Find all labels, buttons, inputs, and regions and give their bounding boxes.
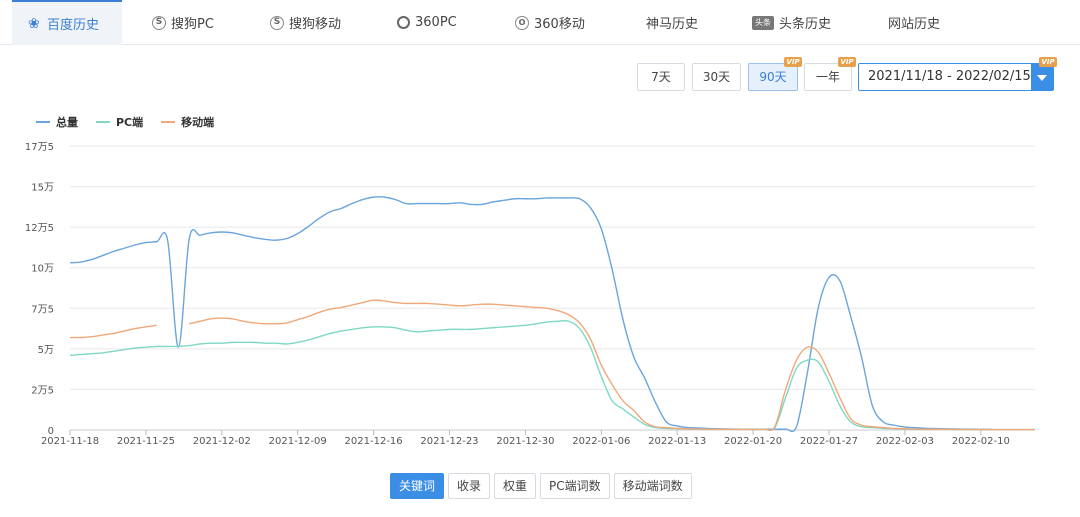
- button-label: 一年: [815, 70, 840, 84]
- vip-badge: VIP: [838, 57, 856, 67]
- series-line-mobile: [69, 324, 157, 339]
- tab-toutiao-history[interactable]: 头条 头条历史: [752, 0, 831, 45]
- metric-tab-keywords[interactable]: 关键词: [390, 473, 445, 499]
- legend-swatch: [161, 121, 176, 123]
- tab-site-history[interactable]: 网站历史: [888, 0, 940, 45]
- range-90-days-button[interactable]: 90天 VIP: [748, 57, 802, 91]
- tab-360-mobile[interactable]: O 360移动: [515, 0, 585, 45]
- legend-label: 总量: [56, 116, 78, 129]
- legend-swatch: [96, 121, 110, 123]
- x-tick-label: 2021-12-02: [193, 436, 251, 447]
- legend-swatch: [36, 121, 50, 123]
- x-tick-label: 2022-02-03: [876, 436, 934, 447]
- x-tick-label: 2021-11-18: [41, 436, 99, 447]
- tab-shenma-history[interactable]: 神马历史: [646, 0, 698, 45]
- 360-icon: [397, 16, 410, 29]
- tab-label: 搜狗PC: [171, 17, 214, 32]
- x-tick-label: 2021-11-25: [117, 436, 175, 447]
- button-label: 7天: [651, 70, 671, 84]
- button-label: 30天: [702, 70, 731, 84]
- metric-tab-mobile-words[interactable]: 移动端词数: [613, 473, 692, 499]
- range-1-year-button[interactable]: 一年 VIP: [804, 57, 856, 91]
- series-line-pc: [69, 319, 1035, 432]
- y-tick-label: 15万: [31, 183, 54, 194]
- tab-label: 神马历史: [646, 17, 699, 32]
- date-range-picker[interactable]: 2021/11/18 - 2022/02/15 VIP: [858, 57, 1057, 91]
- x-tick-label: 2022-01-13: [648, 436, 706, 447]
- y-tick-label: 17万5: [25, 142, 54, 153]
- vip-badge: VIP: [1039, 57, 1057, 67]
- y-tick-label: 2万5: [31, 385, 54, 396]
- metric-tab-indexed[interactable]: 收录: [448, 473, 491, 499]
- x-tick-label: 2021-12-16: [345, 436, 403, 447]
- sogou-icon: S: [152, 15, 166, 30]
- legend-item-total[interactable]: 总量: [36, 114, 78, 130]
- tab-label: 360PC: [415, 15, 457, 30]
- x-tick-label: 2021-12-09: [269, 436, 327, 447]
- y-tick-label: 7万5: [31, 304, 54, 315]
- tab-label: 百度历史: [47, 18, 100, 33]
- toutiao-icon: 头条: [752, 15, 774, 30]
- range-30-days-button[interactable]: 30天: [692, 63, 741, 91]
- 360-mobile-icon: O: [515, 15, 529, 30]
- chart-legend: 总量 PC端 移动端: [36, 114, 214, 130]
- history-line-chart: 02万55万7万510万12万515万17万52021-11-18 2021-11…: [25, 142, 1035, 447]
- y-tick-label: 5万: [38, 345, 54, 356]
- series-line-mobile: [189, 299, 1035, 432]
- metric-tab-pc-words[interactable]: PC端词数: [540, 473, 610, 499]
- x-tick-label: 2022-01-20: [724, 436, 782, 447]
- x-tick-label: 2022-01-27: [800, 436, 858, 447]
- tab-baidu-history[interactable]: ❀ 百度历史: [12, 0, 122, 45]
- metric-tab-weight[interactable]: 权重: [494, 473, 537, 499]
- history-tab-bar: ❀ 百度历史 S 搜狗PC S 搜狗移动 360PC O 360移动 神马历史 …: [0, 0, 1080, 45]
- series-line-total: [69, 196, 992, 433]
- metric-tab-group: 关键词 收录 权重 PC端词数 移动端词数: [390, 473, 692, 499]
- chevron-down-icon[interactable]: [1031, 64, 1053, 90]
- y-tick-label: 12万5: [25, 223, 54, 234]
- x-tick-label: 2022-01-06: [572, 436, 630, 447]
- tab-label: 搜狗移动: [289, 17, 342, 32]
- range-7-days-button[interactable]: 7天: [637, 63, 685, 91]
- paw-icon: ❀: [28, 15, 40, 32]
- tab-sogou-mobile[interactable]: S 搜狗移动: [270, 0, 341, 45]
- button-label: 90天: [759, 70, 787, 84]
- legend-label: 移动端: [181, 116, 215, 129]
- tab-label: 360移动: [534, 17, 585, 32]
- x-tick-label: 2022-02-10: [952, 436, 1010, 447]
- legend-item-pc[interactable]: PC端: [96, 114, 143, 130]
- sogou-icon: S: [270, 15, 284, 30]
- date-range-text: 2021/11/18 - 2022/02/15: [868, 69, 1031, 84]
- tab-label: 头条历史: [779, 17, 832, 32]
- tab-360-pc[interactable]: 360PC: [397, 0, 457, 45]
- tab-sogou-pc[interactable]: S 搜狗PC: [152, 0, 214, 45]
- x-tick-label: 2021-12-30: [496, 436, 554, 447]
- legend-label: PC端: [116, 116, 144, 129]
- tab-label: 网站历史: [888, 17, 941, 32]
- x-tick-label: 2021-12-23: [420, 436, 478, 447]
- legend-item-mobile[interactable]: 移动端: [161, 114, 214, 130]
- vip-badge: VIP: [784, 57, 802, 67]
- y-tick-label: 10万: [31, 264, 54, 275]
